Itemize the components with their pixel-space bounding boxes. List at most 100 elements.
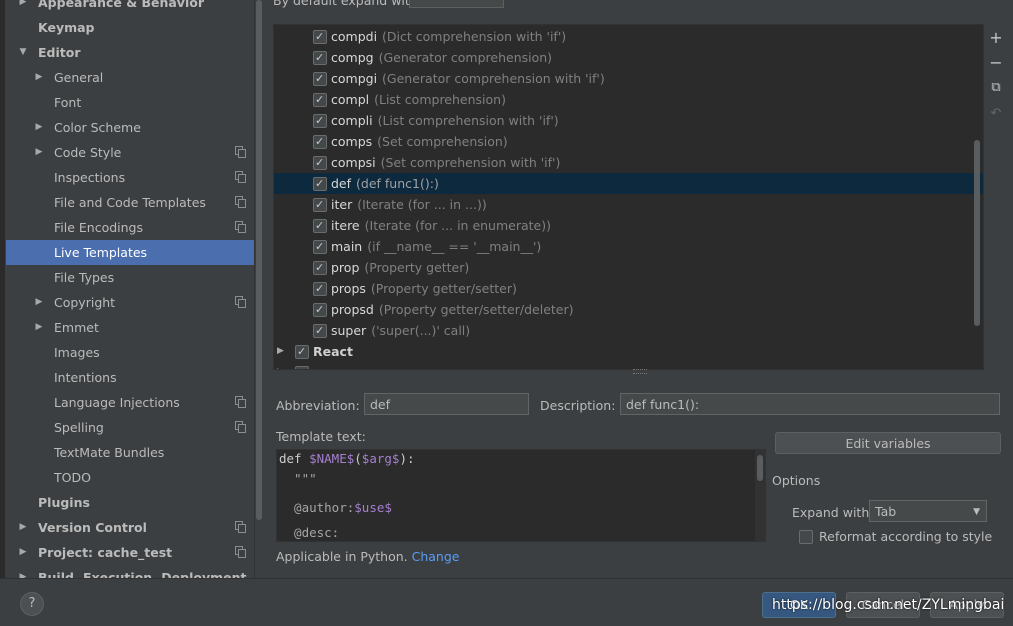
expand-with-dropdown[interactable]: Tab ▼ [869,500,987,522]
chevron-right-icon[interactable]: ▶ [34,315,44,340]
sidebar-item-plugins[interactable]: Plugins [6,490,254,515]
sidebar-item-file-encodings[interactable]: File Encodings [6,215,254,240]
template-checkbox[interactable] [313,152,327,173]
template-row[interactable]: compl (List comprehension) [274,89,983,110]
sidebar-item-editor[interactable]: ▼ Editor [6,40,254,65]
templates-scrollbar[interactable] [973,25,983,369]
template-checkbox[interactable] [313,257,327,278]
template-row[interactable]: compdi (Dict comprehension with 'if') [274,26,983,47]
template-row[interactable]: super ('super(...)' call) [274,320,983,341]
chevron-right-icon[interactable]: ▶ [18,540,28,565]
description-field[interactable]: def func1(): [620,393,1000,415]
chevron-down-icon: ▼ [973,507,980,517]
template-checkbox[interactable] [313,194,327,215]
sidebar-item-code-style[interactable]: ▶ Code Style [6,140,254,165]
template-checkbox[interactable] [313,215,327,236]
chevron-right-icon[interactable]: ▶ [18,0,28,15]
reformat-label[interactable]: Reformat according to style [819,529,992,544]
chevron-right-icon[interactable]: ▶ [18,565,28,578]
template-abbreviation: def (def func1():) [331,173,439,194]
sidebar-item-spelling[interactable]: Spelling [6,415,254,440]
group-checkbox[interactable] [295,341,309,362]
chevron-right-icon[interactable]: ▶ [18,515,28,540]
chevron-right-icon[interactable]: ▶ [34,65,44,90]
change-link[interactable]: Change [412,549,460,564]
help-button[interactable]: ? [20,592,44,616]
chevron-right-icon[interactable]: ▶ [34,115,44,140]
template-checkbox[interactable] [313,47,327,68]
sidebar-item-file-and-code-templates[interactable]: File and Code Templates [6,190,254,215]
copy-icon[interactable]: ⧉ [984,76,1008,100]
template-row[interactable]: def (def func1():) [274,173,983,194]
sidebar-item-build-execution-deployment[interactable]: ▶ Build, Execution, Deployment [6,565,254,578]
template-checkbox[interactable] [313,26,327,47]
tree-scrollbar[interactable] [254,0,262,578]
template-abbreviation: main (if __name__ == '__main__') [331,236,541,257]
template-text-editor[interactable]: def $NAME$($arg$): """ @author:$use$ @de… [276,449,766,542]
edit-variables-button[interactable]: Edit variables [775,432,1001,454]
sidebar-item-copyright[interactable]: ▶ Copyright [6,290,254,315]
sidebar-item-intentions[interactable]: Intentions [6,365,254,390]
remove-icon[interactable]: − [984,51,1008,75]
expand-arrow-icon[interactable]: ▶ [277,341,284,362]
sidebar-item-language-injections[interactable]: Language Injections [6,390,254,415]
add-icon[interactable]: + [984,26,1008,50]
template-checkbox[interactable] [313,173,327,194]
templates-scrollbar-thumb[interactable] [974,140,980,326]
sidebar-item-inspections[interactable]: Inspections [6,165,254,190]
template-abbreviation-text: compsi [331,155,376,170]
sidebar-item-keymap[interactable]: Keymap [6,15,254,40]
template-row[interactable]: main (if __name__ == '__main__') [274,236,983,257]
template-row[interactable]: props (Property getter/setter) [274,278,983,299]
chevron-right-icon[interactable]: ▶ [34,140,44,165]
sidebar-item-color-scheme[interactable]: ▶ Color Scheme [6,115,254,140]
sidebar-item-textmate-bundles[interactable]: TextMate Bundles [6,440,254,465]
live-templates-panel: By default expand with compdi (Dict compr… [263,0,1013,578]
code-line-3: @author:$use$ [279,499,392,517]
default-expand-dropdown[interactable] [409,0,504,8]
template-row[interactable]: compli (List comprehension with 'if') [274,110,983,131]
template-row[interactable]: compsi (Set comprehension with 'if') [274,152,983,173]
reformat-checkbox[interactable] [799,530,813,544]
template-abbreviation: itere (Iterate (for ... in enumerate)) [331,215,551,236]
project-settings-icon [235,396,246,408]
sidebar-item-appearance-behavior[interactable]: ▶ Appearance & Behavior [6,0,254,15]
sidebar-item-emmet[interactable]: ▶ Emmet [6,315,254,340]
sidebar-item-todo[interactable]: TODO [6,465,254,490]
project-settings-icon [235,146,246,158]
template-row[interactable]: compgi (Generator comprehension with 'if'… [274,68,983,89]
sidebar-item-version-control[interactable]: ▶ Version Control [6,515,254,540]
template-row[interactable]: iter (Iterate (for ... in ...)) [274,194,983,215]
template-abbreviation-text: prop [331,260,360,275]
template-row[interactable]: comps (Set comprehension) [274,131,983,152]
chevron-down-icon[interactable]: ▼ [18,40,28,65]
editor-scrollbar[interactable] [755,450,765,541]
template-checkbox[interactable] [313,236,327,257]
sidebar-item-live-templates[interactable]: Live Templates [6,240,254,265]
template-checkbox[interactable] [313,110,327,131]
chevron-right-icon[interactable]: ▶ [34,290,44,315]
template-group-row[interactable]: ▶ React [274,341,983,362]
sidebar-item-project-cache-test[interactable]: ▶ Project: cache_test [6,540,254,565]
sidebar-item-font[interactable]: Font [6,90,254,115]
template-text-label: Template text: [276,429,366,444]
template-checkbox[interactable] [313,89,327,110]
sidebar-item-general[interactable]: ▶ General [6,65,254,90]
template-row[interactable]: itere (Iterate (for ... in enumerate)) [274,215,983,236]
template-checkbox[interactable] [313,278,327,299]
template-checkbox[interactable] [313,68,327,89]
editor-scrollbar-thumb[interactable] [757,455,763,481]
sidebar-item-file-types[interactable]: File Types [6,265,254,290]
template-checkbox[interactable] [313,131,327,152]
template-row[interactable]: propsd (Property getter/setter/deleter) [274,299,983,320]
tree-scrollbar-thumb[interactable] [256,0,262,520]
abbreviation-field[interactable]: def [364,393,529,415]
expand-arrow-icon[interactable]: ▶ [277,362,284,369]
template-checkbox[interactable] [313,299,327,320]
template-row[interactable]: prop (Property getter) [274,257,983,278]
splitter-grip[interactable] [633,369,647,374]
template-checkbox[interactable] [313,320,327,341]
group-checkbox[interactable] [295,362,309,369]
template-row[interactable]: compg (Generator comprehension) [274,47,983,68]
sidebar-item-images[interactable]: Images [6,340,254,365]
